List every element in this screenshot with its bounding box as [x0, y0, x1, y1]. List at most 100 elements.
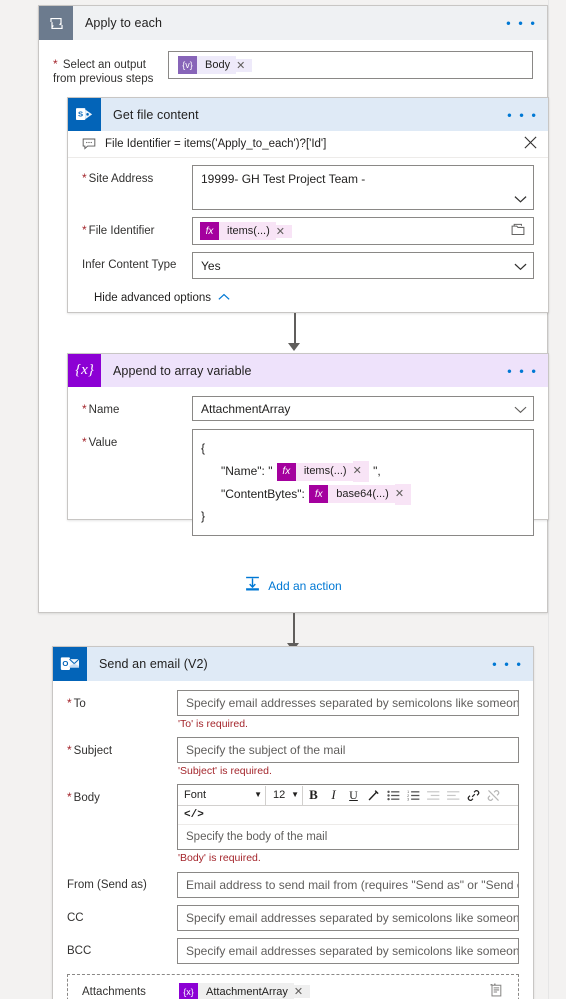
get-file-content-menu-button[interactable]: • • • [507, 108, 538, 121]
array-value-name-token[interactable]: fx items(...) ✕ [276, 461, 369, 483]
array-value-field[interactable]: { "Name": " fx items(...) ✕ ", "ContentB… [192, 429, 534, 537]
output-token-body[interactable]: {v} Body ✕ [178, 56, 253, 74]
italic-button[interactable]: I [324, 786, 343, 805]
cc-field[interactable]: Specify email addresses separated by sem… [177, 905, 519, 931]
array-name-row: Name AttachmentArray [68, 387, 548, 426]
connector-line [294, 313, 296, 345]
body-toolbar: Font ▼ 12 ▼ B I U 1 2 3 [178, 785, 518, 806]
infer-content-type-row: Infer Content Type Yes [68, 250, 548, 284]
array-value-row: Value { "Name": " fx items(...) ✕ ", [68, 426, 548, 541]
file-identifier-comment-bar: File Identifier = items('Apply_to_each')… [68, 131, 548, 158]
font-family-select[interactable]: Font ▼ [180, 785, 266, 805]
array-value-bytes-token[interactable]: fx base64(...) ✕ [309, 483, 412, 505]
link-icon[interactable] [464, 786, 483, 805]
chevron-down-icon[interactable] [514, 193, 527, 204]
chevron-down-icon: ▼ [254, 790, 262, 799]
bcc-input[interactable]: Specify email addresses separated by sem… [177, 938, 519, 964]
attachments-field[interactable]: {x} AttachmentArray ✕ [178, 980, 518, 999]
file-identifier-token-remove-icon[interactable]: ✕ [275, 224, 292, 238]
file-identifier-field[interactable]: fx items(...) ✕ [192, 217, 534, 245]
get-file-content-header[interactable]: S Get file content • • • [68, 98, 548, 131]
infer-content-type-field[interactable]: Yes [192, 252, 534, 279]
to-input[interactable]: Specify email addresses separated by sem… [177, 690, 519, 716]
select-output-field[interactable]: {v} Body ✕ [168, 51, 533, 79]
infer-content-type-value: Yes [201, 258, 221, 273]
apply-to-each-title: Apply to each [85, 16, 163, 30]
apply-to-each-header[interactable]: Apply to each • • • [39, 6, 547, 40]
array-value-bytes-token-remove-icon[interactable]: ✕ [394, 483, 412, 505]
body-rich-text-editor[interactable]: Font ▼ 12 ▼ B I U 1 2 3 </> Specify the … [177, 784, 519, 850]
underline-button[interactable]: U [344, 786, 363, 805]
from-label: From (Send as) [67, 879, 147, 891]
output-token-remove-icon[interactable]: ✕ [236, 58, 253, 72]
attachments-token-remove-icon[interactable]: ✕ [293, 985, 311, 998]
array-value-name-line: "Name": " fx items(...) ✕ ", [201, 460, 381, 483]
site-address-input[interactable]: 19999- GH Test Project Team - [192, 165, 534, 210]
font-size-value: 12 [273, 789, 286, 801]
array-name-value: AttachmentArray [201, 401, 291, 416]
folder-picker-icon[interactable] [511, 223, 525, 239]
bold-button[interactable]: B [304, 786, 323, 805]
connector-line [293, 613, 295, 645]
attachments-token-label: AttachmentArray [198, 982, 294, 999]
dynamic-content-icon[interactable] [489, 983, 504, 999]
bcc-field[interactable]: Specify email addresses separated by sem… [177, 938, 519, 964]
to-field[interactable]: Specify email addresses separated by sem… [177, 690, 519, 730]
increase-indent-icon[interactable] [444, 786, 463, 805]
cc-row: CC Specify email addresses separated by … [53, 903, 533, 936]
subject-label: Subject [67, 737, 177, 758]
file-identifier-token[interactable]: fx items(...) ✕ [200, 222, 292, 240]
svg-text:3: 3 [407, 797, 409, 801]
from-input[interactable]: Email address to send mail from (require… [177, 872, 519, 898]
attachments-token[interactable]: {x} AttachmentArray ✕ [179, 982, 311, 999]
numbered-list-icon[interactable]: 1 2 3 [404, 786, 423, 805]
append-to-array-header[interactable]: {x} Append to array variable • • • [68, 354, 548, 387]
to-row: To Specify email addresses separated by … [53, 681, 533, 735]
subject-input[interactable]: Specify the subject of the mail [177, 737, 519, 763]
attachments-input[interactable]: {x} AttachmentArray ✕ [178, 980, 504, 999]
chevron-down-icon[interactable] [514, 260, 527, 271]
file-identifier-row: File Identifier fx items(...) ✕ [68, 215, 548, 250]
fx-icon: fx [309, 485, 329, 504]
hide-advanced-options-button[interactable]: Hide advanced options [68, 284, 548, 316]
bcc-row: BCC Specify email addresses separated by… [53, 936, 533, 969]
body-input[interactable]: Specify the body of the mail [178, 825, 518, 849]
array-value-bytes-line: "ContentBytes": fx base64(...) ✕ [201, 483, 412, 506]
array-name-input[interactable]: AttachmentArray [192, 396, 534, 421]
decrease-indent-icon[interactable] [424, 786, 443, 805]
append-to-array-card: {x} Append to array variable • • • Name … [67, 353, 549, 537]
unlink-icon[interactable] [484, 786, 503, 805]
add-an-action-button[interactable]: Add an action [39, 576, 547, 595]
bullet-list-icon[interactable] [384, 786, 403, 805]
cc-input[interactable]: Specify email addresses separated by sem… [177, 905, 519, 931]
infer-content-type-input[interactable]: Yes [192, 252, 534, 279]
output-token-icon: {v} [178, 56, 197, 74]
append-to-array-title: Append to array variable [113, 363, 252, 378]
array-value-input[interactable]: { "Name": " fx items(...) ✕ ", "ContentB… [192, 429, 534, 537]
file-identifier-input[interactable]: fx items(...) ✕ [192, 217, 534, 245]
bcc-label: BCC [67, 945, 92, 957]
from-field[interactable]: Email address to send mail from (require… [177, 872, 519, 898]
text-color-icon[interactable] [364, 786, 383, 805]
code-view-toggle[interactable]: </> [178, 806, 518, 825]
apply-to-each-card: Apply to each • • • Select an output fro… [38, 5, 549, 613]
font-family-value: Font [184, 789, 207, 801]
body-row: Body Font ▼ 12 ▼ B I U [53, 782, 533, 869]
font-size-select[interactable]: 12 ▼ [269, 785, 303, 805]
append-to-array-menu-button[interactable]: • • • [507, 364, 538, 377]
subject-field[interactable]: Specify the subject of the mail 'Subject… [177, 737, 519, 777]
chevron-down-icon[interactable] [514, 403, 527, 414]
attachments-row[interactable]: Attachments {x} AttachmentArray ✕ [67, 974, 519, 999]
send-email-header[interactable]: O Send an email (V2) • • • [53, 647, 533, 681]
array-value-name-token-remove-icon[interactable]: ✕ [352, 461, 369, 483]
select-output-input[interactable]: {v} Body ✕ [168, 51, 533, 79]
body-field[interactable]: Font ▼ 12 ▼ B I U 1 2 3 </> Specify the … [177, 784, 519, 864]
array-value-line-open: { [201, 441, 206, 455]
send-email-menu-button[interactable]: • • • [492, 658, 523, 671]
close-icon[interactable] [523, 135, 538, 153]
site-address-field[interactable]: 19999- GH Test Project Team - [192, 165, 534, 210]
cc-label: CC [67, 912, 84, 924]
comment-icon [82, 138, 96, 150]
apply-to-each-menu-button[interactable]: • • • [506, 17, 537, 30]
array-name-field[interactable]: AttachmentArray [192, 396, 534, 421]
